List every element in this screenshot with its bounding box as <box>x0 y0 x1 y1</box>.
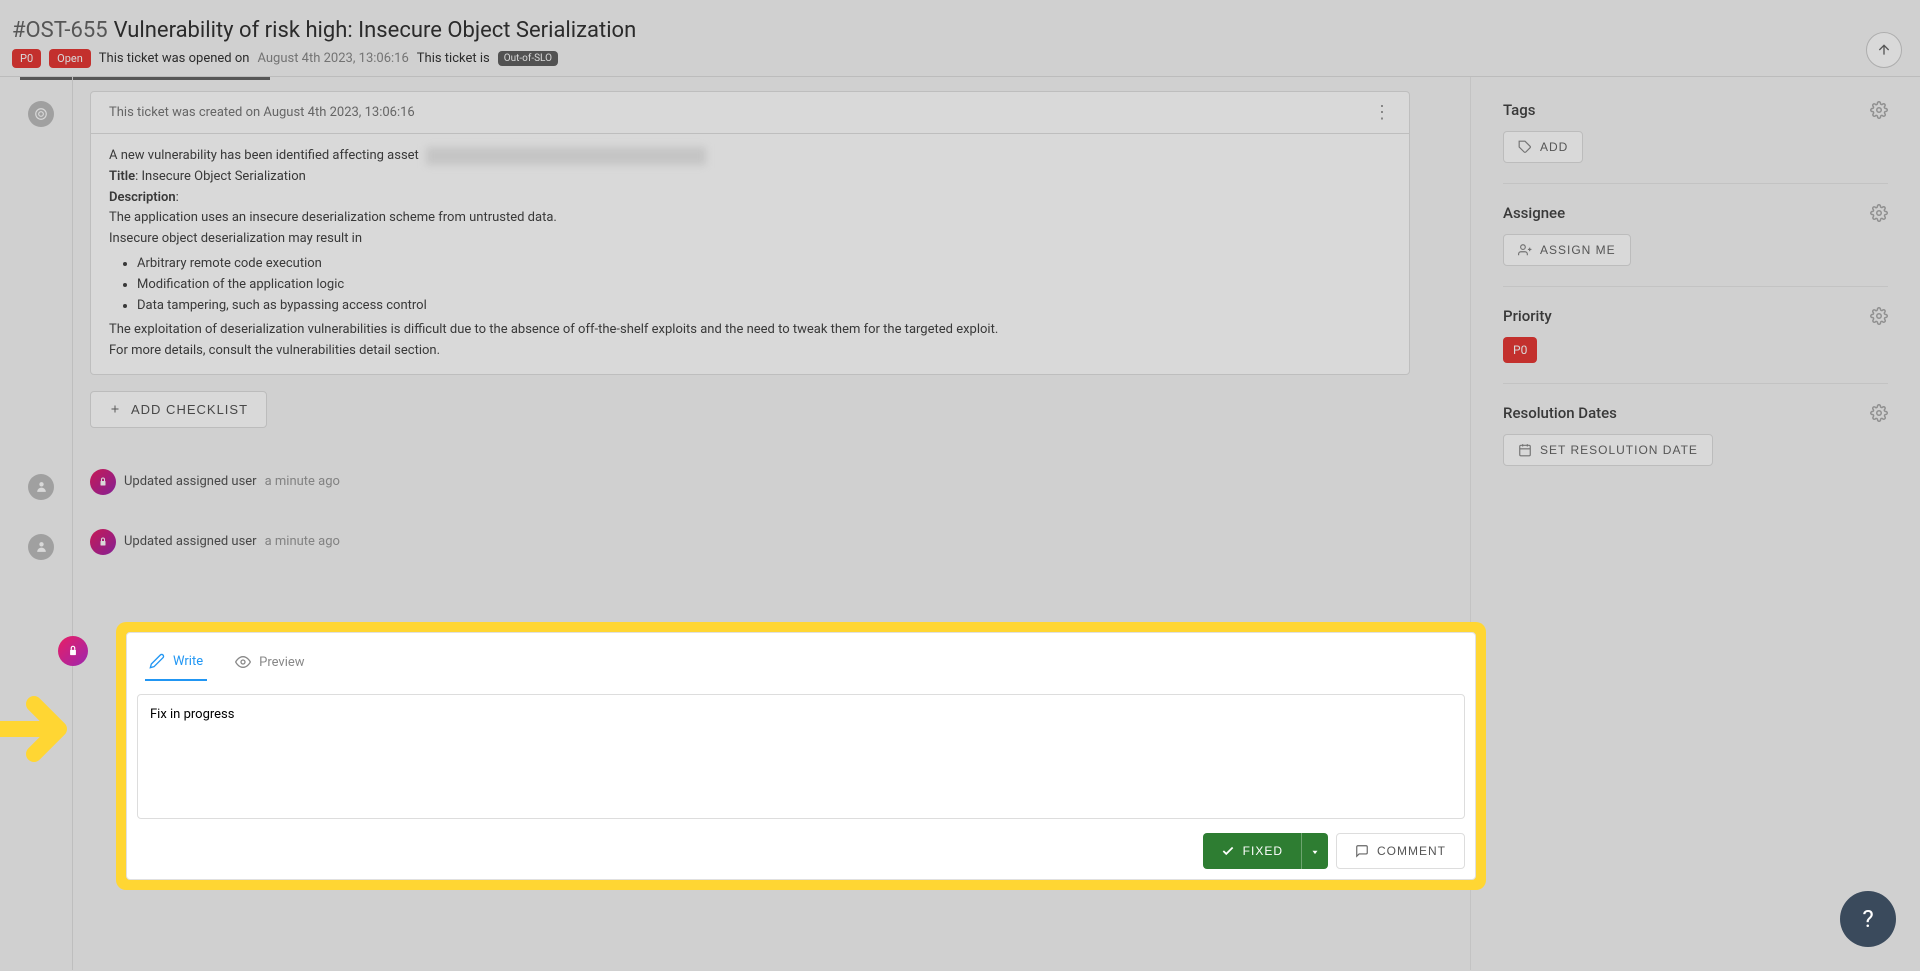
opened-label: This ticket was opened on <box>99 51 250 66</box>
preview-tab[interactable]: Preview <box>231 647 308 681</box>
chevron-down-icon <box>1310 847 1320 857</box>
gear-icon[interactable] <box>1870 204 1888 222</box>
add-checklist-button[interactable]: ADD CHECKLIST <box>90 391 267 428</box>
tags-title: Tags <box>1503 101 1535 119</box>
fixed-dropdown-button[interactable] <box>1301 833 1328 869</box>
gear-icon[interactable] <box>1870 404 1888 422</box>
redacted-asset <box>426 147 706 165</box>
comment-compose-card: Write Preview FIXED COMMENT <box>126 632 1476 880</box>
add-tag-label: ADD <box>1540 140 1568 154</box>
card-menu-button[interactable]: ⋮ <box>1373 102 1391 123</box>
priority-section: Priority P0 <box>1503 307 1888 384</box>
gear-icon[interactable] <box>1870 307 1888 325</box>
status-label: This ticket is <box>417 51 490 66</box>
title-label: Title <box>109 169 135 184</box>
description-label: Description <box>109 190 176 205</box>
help-icon: ? <box>1862 905 1873 933</box>
activity-text: Updated assigned user <box>124 474 257 489</box>
preview-tab-label: Preview <box>259 655 304 670</box>
ticket-description-card: This ticket was created on August 4th 20… <box>90 91 1410 375</box>
add-tag-button[interactable]: ADD <box>1503 131 1583 163</box>
add-checklist-label: ADD CHECKLIST <box>131 402 248 417</box>
status-badge-header: Open <box>49 49 91 68</box>
set-resolution-date-button[interactable]: SET RESOLUTION DATE <box>1503 434 1713 466</box>
activity-text: Updated assigned user <box>124 534 257 549</box>
comment-textarea[interactable] <box>137 694 1465 819</box>
desc-line-2: Insecure object deserialization may resu… <box>109 229 1391 250</box>
tags-section: Tags ADD <box>1503 101 1888 184</box>
assign-me-button[interactable]: ASSIGN ME <box>1503 234 1631 266</box>
bullet-item: Data tampering, such as bypassing access… <box>137 296 1391 317</box>
calendar-icon <box>1518 443 1532 457</box>
bullet-item: Modification of the application logic <box>137 275 1391 296</box>
sidebar: Tags ADD Assignee ASSIGN ME <box>1470 77 1920 970</box>
arrow-up-icon <box>1876 42 1892 58</box>
fixed-button[interactable]: FIXED <box>1203 833 1301 869</box>
desc-line-4: For more details, consult the vulnerabil… <box>109 341 1391 362</box>
priority-title: Priority <box>1503 307 1552 325</box>
check-icon <box>1221 844 1235 858</box>
ticket-title: Vulnerability of risk high: Insecure Obj… <box>114 18 637 43</box>
priority-value-badge[interactable]: P0 <box>1503 337 1537 363</box>
comment-author-avatar <box>58 636 88 666</box>
assign-me-label: ASSIGN ME <box>1540 243 1616 257</box>
comment-button-label: COMMENT <box>1377 844 1446 858</box>
fixed-button-label: FIXED <box>1243 844 1283 858</box>
user-avatar <box>90 469 116 495</box>
activity-user-icon <box>28 474 54 500</box>
write-tab-label: Write <box>173 654 203 669</box>
bullet-item: Arbitrary remote code execution <box>137 254 1391 275</box>
resolution-title: Resolution Dates <box>1503 404 1617 422</box>
ticket-header: #OST-655 Vulnerability of risk high: Ins… <box>0 0 1920 77</box>
opened-date: August 4th 2023, 13:06:16 <box>257 51 408 66</box>
timeline-created-icon <box>28 101 54 127</box>
set-resolution-label: SET RESOLUTION DATE <box>1540 443 1698 457</box>
eye-icon <box>235 654 251 670</box>
user-plus-icon <box>1518 243 1532 257</box>
help-button[interactable]: ? <box>1840 891 1896 947</box>
pencil-icon <box>149 653 165 669</box>
gear-icon[interactable] <box>1870 101 1888 119</box>
scroll-top-button[interactable] <box>1866 32 1902 68</box>
ticket-id: #OST-655 <box>12 18 108 43</box>
desc-line-3: The exploitation of deserialization vuln… <box>109 320 1391 341</box>
plus-icon <box>109 403 121 415</box>
assignee-title: Assignee <box>1503 204 1565 222</box>
resolution-section: Resolution Dates SET RESOLUTION DATE <box>1503 404 1888 486</box>
activity-time: a minute ago <box>265 534 340 549</box>
activity-time: a minute ago <box>265 474 340 489</box>
desc-line-1: The application uses an insecure deseria… <box>109 208 1391 229</box>
write-tab[interactable]: Write <box>145 647 207 681</box>
comment-icon <box>1355 844 1369 858</box>
user-avatar <box>90 529 116 555</box>
created-timestamp: This ticket was created on August 4th 20… <box>109 105 415 120</box>
tag-icon <box>1518 140 1532 154</box>
assignee-section: Assignee ASSIGN ME <box>1503 204 1888 287</box>
activity-user-icon <box>28 534 54 560</box>
desc-bullets: Arbitrary remote code execution Modifica… <box>137 254 1391 316</box>
vuln-intro: A new vulnerability has been identified … <box>109 148 419 163</box>
comment-button[interactable]: COMMENT <box>1336 833 1465 869</box>
priority-badge-header: P0 <box>12 49 41 68</box>
highlight-arrow-icon <box>0 670 84 779</box>
tab-indicator <box>20 77 270 80</box>
slo-badge: Out-of-SLO <box>498 51 558 66</box>
title-value: : Insecure Object Serialization <box>135 169 306 184</box>
